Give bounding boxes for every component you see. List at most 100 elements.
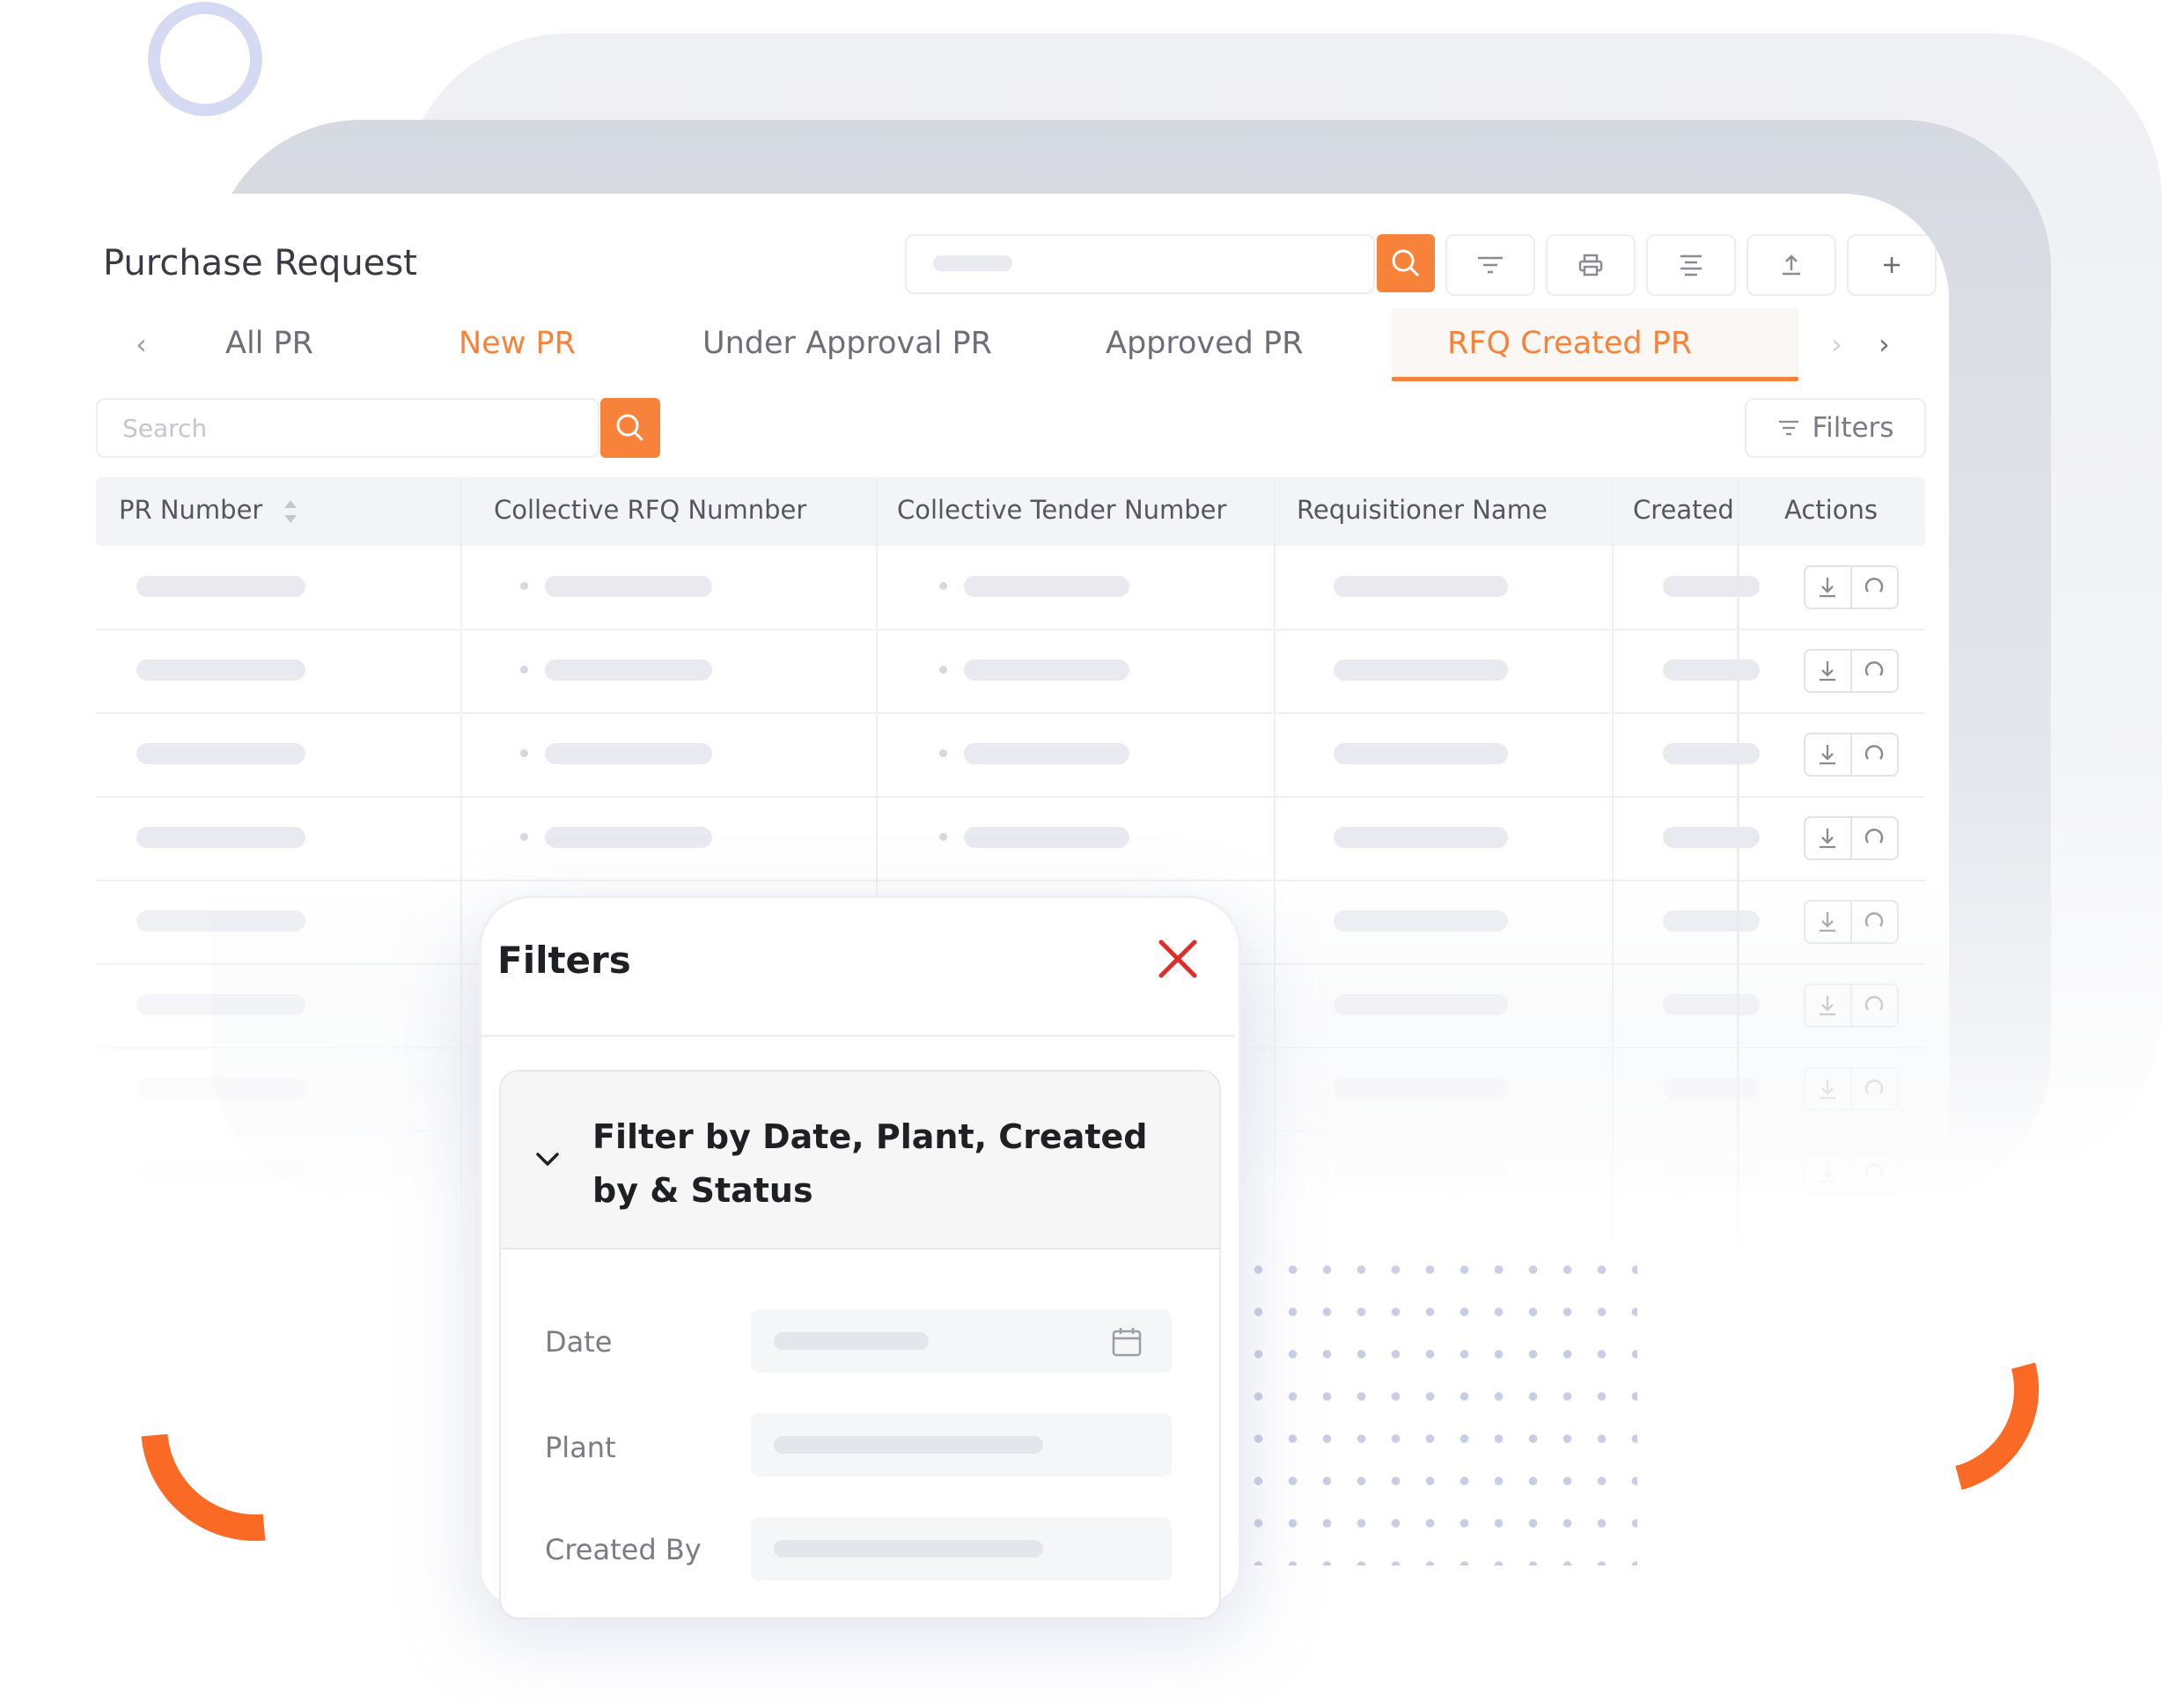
created-placeholder <box>1663 910 1760 932</box>
pr-number-placeholder <box>136 910 305 932</box>
rfq-number-placeholder <box>545 827 712 848</box>
popup-divider <box>482 1035 1235 1037</box>
filter-icon <box>1478 256 1503 274</box>
tab-all-pr[interactable]: All PR <box>225 326 313 361</box>
download-icon[interactable] <box>1805 818 1849 858</box>
refresh-icon[interactable] <box>1852 567 1896 608</box>
tab-approved-pr[interactable]: Approved PR <box>1106 326 1303 361</box>
pr-number-placeholder <box>136 659 305 681</box>
column-header-pr-number[interactable]: PR Number <box>119 495 299 526</box>
filter-toolbar-button[interactable] <box>1445 234 1535 296</box>
tab-under-approval-pr[interactable]: Under Approval PR <box>702 326 992 361</box>
requisitioner-placeholder <box>1334 576 1508 597</box>
tender-number-placeholder <box>964 743 1129 764</box>
tabs-faded-chevron-icon: › <box>1831 328 1842 361</box>
table-row[interactable] <box>96 797 1925 881</box>
plus-icon <box>1884 257 1900 273</box>
decor-dot-grid <box>1241 1249 1637 1566</box>
table-search-button[interactable] <box>600 398 660 458</box>
tab-rfq-created-pr[interactable]: RFQ Created PR <box>1447 326 1692 361</box>
rfq-number-placeholder <box>545 576 712 597</box>
sort-icon[interactable] <box>282 497 299 526</box>
tab-new-pr[interactable]: New PR <box>459 326 576 361</box>
table-search-input[interactable]: Search <box>96 398 599 458</box>
refresh-icon[interactable] <box>1852 1069 1896 1109</box>
download-icon[interactable] <box>1805 651 1849 691</box>
refresh-icon[interactable] <box>1852 651 1896 691</box>
list-bullet <box>939 582 947 590</box>
rfq-number-placeholder <box>545 659 712 681</box>
active-tab-underline <box>1392 377 1798 381</box>
tabs-scroll-right-icon[interactable]: › <box>1879 328 1890 361</box>
plant-label: Plant <box>545 1431 616 1464</box>
requisitioner-placeholder <box>1334 659 1508 681</box>
add-toolbar-button[interactable] <box>1847 234 1937 296</box>
column-header-collective-rfq: Collective RFQ Numnber <box>494 495 807 525</box>
pr-tabs: ‹ All PR New PR Under Approval PR Approv… <box>102 308 1933 381</box>
chevron-down-icon <box>536 1153 559 1166</box>
print-toolbar-button[interactable] <box>1546 234 1636 296</box>
download-icon[interactable] <box>1805 567 1849 608</box>
search-icon <box>616 414 643 441</box>
row-actions <box>1804 900 1899 944</box>
refresh-icon[interactable] <box>1852 734 1896 775</box>
close-button[interactable] <box>1152 933 1203 984</box>
refresh-icon[interactable] <box>1852 818 1896 858</box>
row-actions <box>1804 649 1899 693</box>
list-bullet <box>520 666 528 674</box>
filters-popup: Filters Filter by Date, Plant, Created b… <box>479 895 1241 1619</box>
created-placeholder <box>1663 659 1760 681</box>
decor-arc-right <box>1792 1247 2077 1532</box>
plant-field[interactable] <box>751 1413 1172 1477</box>
filter-icon <box>1778 420 1798 436</box>
download-icon[interactable] <box>1805 985 1849 1026</box>
close-icon <box>1158 939 1197 978</box>
created-by-field[interactable] <box>751 1517 1172 1580</box>
upload-icon <box>1783 254 1800 276</box>
pr-number-placeholder <box>136 827 305 848</box>
list-bullet <box>939 749 947 757</box>
tabs-scroll-left-icon[interactable]: ‹ <box>136 328 147 361</box>
top-search-button[interactable] <box>1377 234 1435 292</box>
column-header-actions: Actions <box>1784 495 1878 525</box>
refresh-icon[interactable] <box>1852 985 1896 1026</box>
download-icon[interactable] <box>1805 1069 1849 1109</box>
download-icon[interactable] <box>1805 734 1849 775</box>
table-row[interactable] <box>96 546 1925 630</box>
accordion-header[interactable]: Filter by Date, Plant, Created by & Stat… <box>501 1072 1219 1249</box>
table-row[interactable] <box>96 630 1925 714</box>
list-bullet <box>520 833 528 841</box>
tender-number-placeholder <box>964 827 1129 848</box>
pr-number-placeholder <box>136 1161 305 1183</box>
created-placeholder <box>1663 994 1760 1015</box>
download-icon[interactable] <box>1805 902 1849 942</box>
align-toolbar-button[interactable] <box>1646 234 1736 296</box>
row-actions <box>1804 733 1899 777</box>
pr-number-placeholder <box>136 1078 305 1099</box>
created-placeholder <box>1663 743 1760 764</box>
date-field[interactable] <box>751 1309 1172 1373</box>
refresh-icon[interactable] <box>1852 1153 1896 1193</box>
upload-toolbar-button[interactable] <box>1746 234 1836 296</box>
tender-number-placeholder <box>964 659 1129 681</box>
requisitioner-placeholder <box>1334 994 1508 1015</box>
created-by-label: Created By <box>545 1533 702 1566</box>
requisitioner-placeholder <box>1334 1078 1508 1099</box>
accordion-title: Filter by Date, Plant, Created by & Stat… <box>592 1117 1148 1210</box>
filters-button[interactable]: Filters <box>1745 398 1926 458</box>
column-header-created: Created <box>1633 495 1733 525</box>
calendar-icon[interactable] <box>1110 1325 1143 1359</box>
refresh-icon[interactable] <box>1852 902 1896 942</box>
created-placeholder <box>1663 576 1760 597</box>
requisitioner-placeholder <box>1334 1161 1508 1183</box>
column-header-requisitioner: Requisitioner Name <box>1297 495 1548 525</box>
search-placeholder: Search <box>122 414 208 443</box>
row-actions <box>1804 984 1899 1028</box>
list-bullet <box>939 833 947 841</box>
created-placeholder <box>1663 1161 1760 1183</box>
filters-button-label: Filters <box>1812 412 1894 444</box>
top-search-input[interactable] <box>905 234 1375 294</box>
download-icon[interactable] <box>1805 1153 1849 1193</box>
table-row[interactable] <box>96 713 1925 798</box>
created-placeholder <box>1663 827 1760 848</box>
